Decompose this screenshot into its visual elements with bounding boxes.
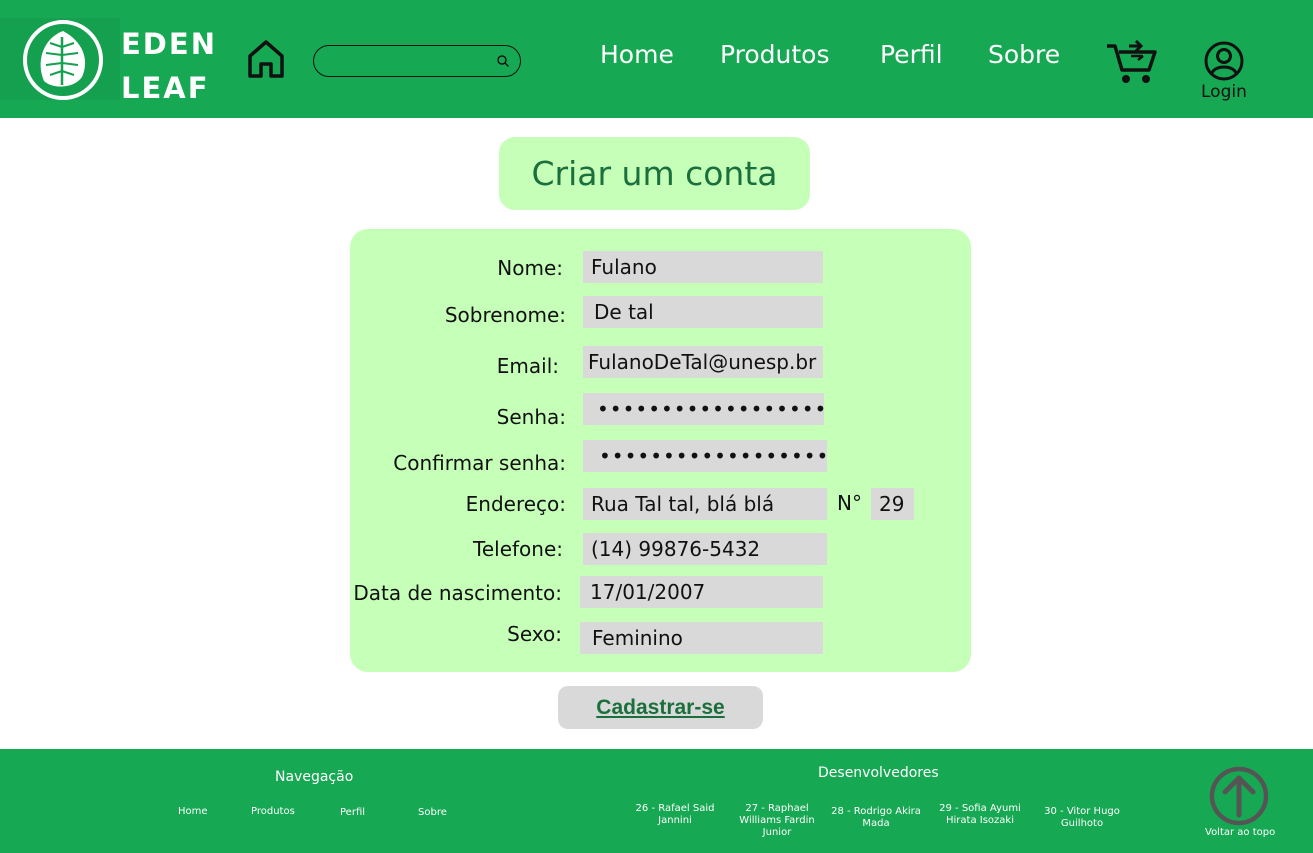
nascimento-field[interactable] <box>580 576 823 608</box>
footer-link-sobre[interactable]: Sobre <box>418 807 447 818</box>
nav-perfil[interactable]: Perfil <box>880 40 943 69</box>
sexo-field[interactable] <box>580 622 823 654</box>
brand-name: EDEN LEAF <box>121 22 217 110</box>
nav-produtos[interactable]: Produtos <box>720 40 830 69</box>
nome-field[interactable] <box>583 251 823 283</box>
developer-item: 29 - Sofia Ayumi Hirata Isozaki <box>939 803 1021 826</box>
footer-nav-heading: Navegação <box>275 769 354 785</box>
header: EDEN LEAF Home Produtos Perfil Sobre Log… <box>0 0 1313 118</box>
user-icon[interactable] <box>1203 40 1245 82</box>
footer-link-home[interactable]: Home <box>178 806 208 817</box>
page-title: Criar um conta <box>499 137 810 210</box>
senha-field[interactable]: •••••••••••••••••• <box>583 393 826 425</box>
email-label: Email: <box>496 354 559 378</box>
developer-item: 30 - Vitor Hugo Guilhoto <box>1044 806 1120 829</box>
home-icon[interactable] <box>246 38 286 80</box>
nascimento-label: Data de nascimento: <box>353 581 562 605</box>
developer-item: 26 - Rafael Said Jannini <box>635 803 715 826</box>
confirmar-senha-field[interactable]: •••••••••••••••••• <box>583 440 828 472</box>
confirmar-senha-label: Confirmar senha: <box>393 451 566 475</box>
back-to-top-link[interactable]: Voltar ao topo <box>1205 827 1275 838</box>
footer: Navegação Home Produtos Perfil Sobre Des… <box>0 749 1313 853</box>
sobrenome-label: Sobrenome: <box>444 303 566 327</box>
sexo-label: Sexo: <box>507 622 562 646</box>
footer-link-perfil[interactable]: Perfil <box>340 807 365 818</box>
search-input[interactable] <box>326 50 496 72</box>
numero-label: N° <box>837 491 862 515</box>
developer-item: 27 - Raphael Williams Fardin Junior <box>739 803 815 838</box>
endereco-field[interactable] <box>583 488 827 520</box>
nav-sobre[interactable]: Sobre <box>988 40 1060 69</box>
telefone-field[interactable] <box>583 533 827 565</box>
endereco-label: Endereço: <box>465 492 566 516</box>
arrow-up-circle-icon[interactable] <box>1208 765 1270 827</box>
developer-item: 28 - Rodrigo Akira Mada <box>831 806 921 829</box>
search-bar <box>313 45 521 77</box>
leaf-logo-icon[interactable] <box>22 19 104 101</box>
footer-link-produtos[interactable]: Produtos <box>251 806 295 817</box>
cart-icon[interactable] <box>1105 40 1159 86</box>
cadastrar-button[interactable]: Cadastrar-se <box>558 686 763 729</box>
nome-label: Nome: <box>497 256 563 280</box>
footer-dev-heading: Desenvolvedores <box>818 765 939 781</box>
nav-home[interactable]: Home <box>600 40 674 69</box>
brand-line-1: EDEN <box>121 27 217 61</box>
numero-field[interactable] <box>871 488 914 520</box>
telefone-label: Telefone: <box>473 537 563 561</box>
search-icon[interactable] <box>496 54 510 68</box>
email-field[interactable] <box>583 346 823 378</box>
login-link[interactable]: Login <box>1201 82 1247 102</box>
senha-label: Senha: <box>496 405 566 429</box>
brand-line-2: LEAF <box>121 71 210 105</box>
sobrenome-field[interactable] <box>583 296 823 328</box>
